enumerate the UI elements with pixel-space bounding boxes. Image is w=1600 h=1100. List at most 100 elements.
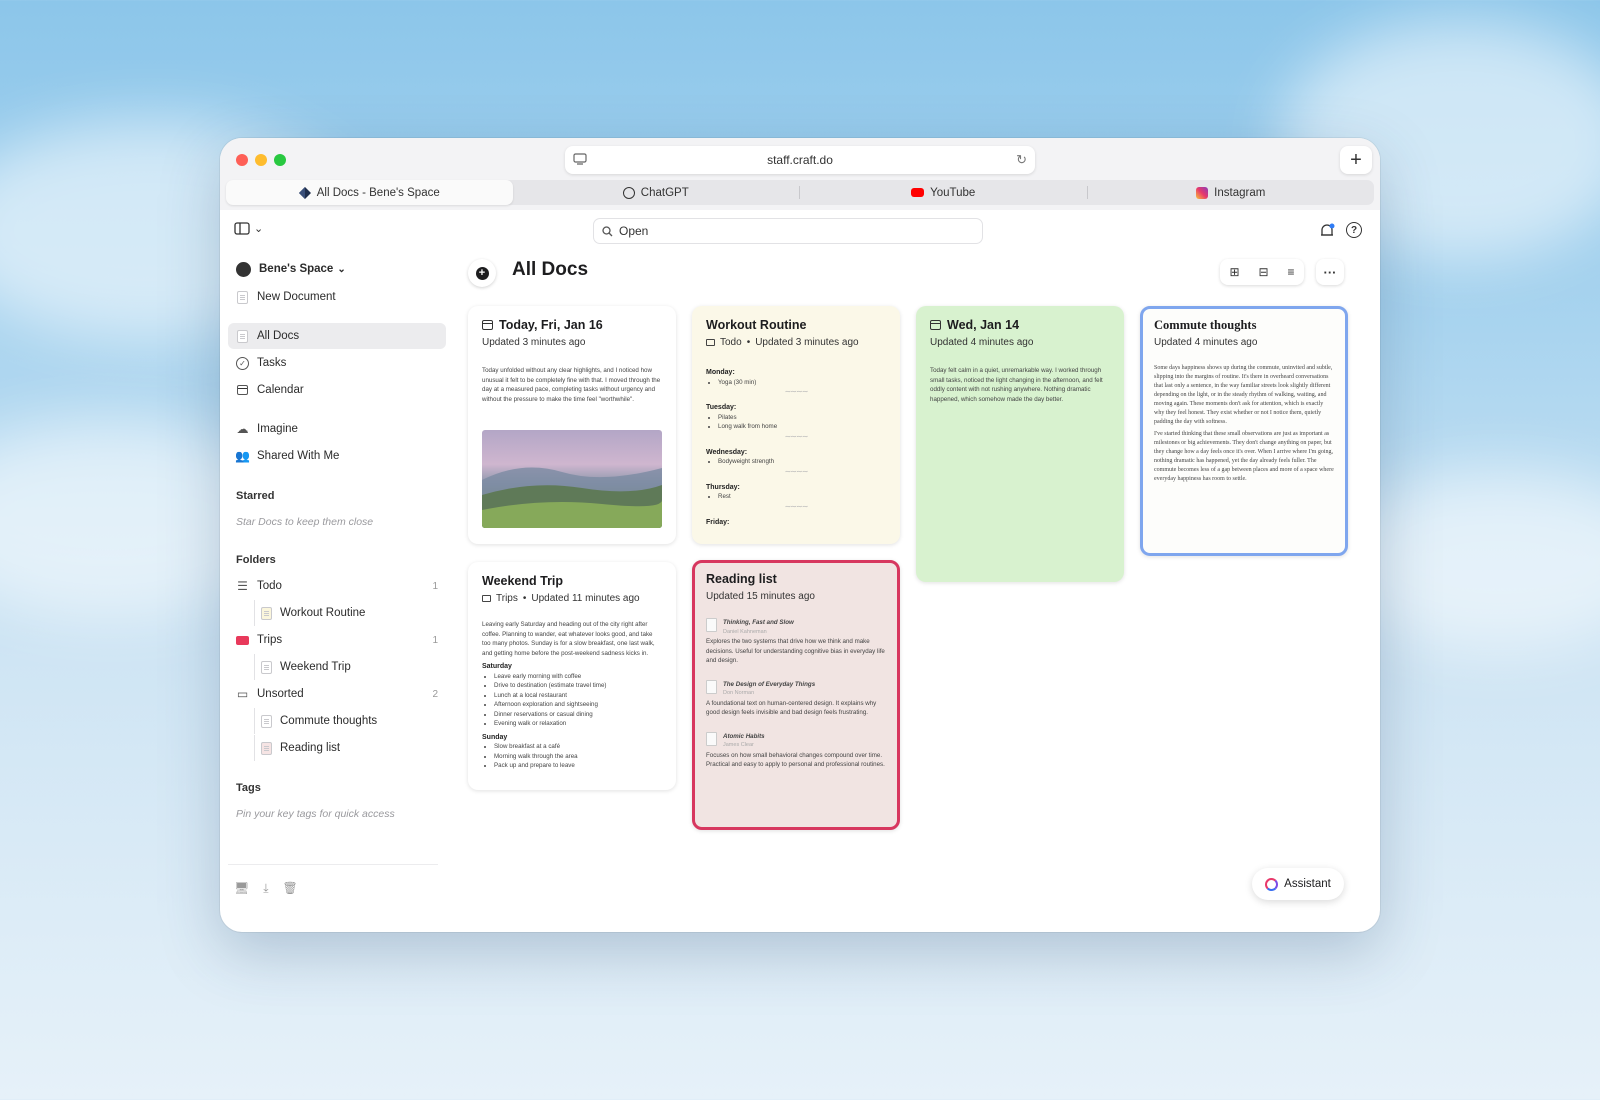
trip-item: Lunch at a local restaurant — [494, 691, 662, 701]
doc-card-wed-jan-14[interactable]: Wed, Jan 14 Updated 4 minutes ago Today … — [916, 306, 1124, 582]
sidebar-item-shared-with-me[interactable]: 👥 Shared With Me — [228, 443, 446, 469]
sidebar-item-calendar[interactable]: Calendar — [228, 377, 446, 403]
chatgpt-logo-icon — [622, 186, 635, 199]
sidebar-toggle-button[interactable]: ⌄ — [234, 222, 263, 235]
landscape-image — [482, 430, 662, 528]
assistant-button[interactable]: Assistant — [1252, 868, 1344, 900]
chevron-down-icon: ⌄ — [337, 263, 346, 275]
trip-day-heading: Sunday — [482, 733, 508, 741]
add-doc-button[interactable]: + — [468, 259, 496, 287]
inbox-icon: ▭ — [236, 687, 249, 701]
trip-item: Dinner reservations or casual dining — [494, 710, 662, 720]
view-switcher: ⊞ ⊟ ≡ — [1220, 259, 1304, 285]
avatar — [236, 261, 251, 277]
new-document-button[interactable]: New Document — [228, 284, 446, 310]
zoom-window-button[interactable] — [274, 154, 286, 166]
book-title: Atomic Habits — [723, 732, 765, 740]
tags-heading: Tags — [236, 782, 261, 794]
tab-youtube[interactable]: YouTube — [800, 180, 1087, 205]
book-cover — [706, 679, 717, 694]
page-settings-icon[interactable] — [573, 153, 587, 165]
card-title: Reading list — [706, 572, 777, 586]
tab-label: YouTube — [930, 186, 976, 199]
search-input[interactable]: Open — [593, 218, 983, 244]
card-meta: Todo • Updated 3 minutes ago — [706, 337, 859, 348]
starred-hint: Star Docs to keep them close — [236, 516, 374, 528]
tab-chatgpt[interactable]: ChatGPT — [513, 180, 800, 205]
document-icon — [261, 741, 272, 755]
folder-trips[interactable]: Trips 1 — [228, 627, 446, 653]
card-title: Wed, Jan 14 — [930, 318, 1019, 332]
sidebar-item-all-docs[interactable]: All Docs — [228, 323, 446, 349]
trash-icon[interactable]: 🗑 — [283, 881, 298, 896]
doc-label: Weekend Trip — [280, 661, 351, 673]
trip-item: Evening walk or relaxation — [494, 719, 662, 729]
url-bar[interactable]: staff.craft.do ↻ — [565, 146, 1035, 174]
notification-bell-icon[interactable] — [1318, 222, 1336, 240]
book-desc: Focuses on how small behavioral changes … — [706, 751, 885, 769]
page-title: All Docs — [512, 259, 589, 280]
folder-icon — [482, 595, 491, 602]
folder-label: Trips — [257, 634, 283, 646]
tab-bar: All Docs - Bene's Space ChatGPT YouTube … — [226, 180, 1374, 205]
ellipsis-icon: ··· — [1323, 264, 1337, 280]
card-folder: Trips — [496, 593, 518, 604]
import-icon[interactable]: ⤓ — [263, 881, 268, 896]
sidebar-doc-weekend-trip[interactable]: Weekend Trip — [254, 654, 446, 680]
tab-instagram[interactable]: Instagram — [1088, 180, 1375, 205]
book-title: Thinking, Fast and Slow — [723, 619, 794, 626]
workout-day: Wednesday: — [706, 448, 748, 456]
sidebar-doc-commute-thoughts[interactable]: Commute thoughts — [254, 708, 446, 734]
close-window-button[interactable] — [236, 154, 248, 166]
card-body: Today felt calm in a quiet, unremarkable… — [930, 367, 1103, 403]
workout-item: Long walk from home — [718, 422, 886, 432]
card-body: Monday: Yoga (30 min) ∼∼∼∼ Tuesday: Pila… — [706, 364, 886, 527]
mountain-illustration — [482, 467, 662, 528]
folder-todo[interactable]: ☰ Todo 1 — [228, 573, 446, 599]
search-placeholder: Open — [619, 224, 649, 238]
reload-icon[interactable]: ↻ — [1016, 152, 1027, 168]
trip-day-heading: Saturday — [482, 663, 512, 670]
sidebar-doc-workout-routine[interactable]: Workout Routine — [254, 600, 446, 626]
sidebar-icon — [234, 222, 250, 235]
doc-card-commute-thoughts[interactable]: Commute thoughts Updated 4 minutes ago S… — [1140, 306, 1348, 556]
minimize-window-button[interactable] — [255, 154, 267, 166]
folder-unsorted[interactable]: ▭ Unsorted 2 — [228, 681, 446, 707]
list-view-icon[interactable]: ≡ — [1288, 265, 1295, 279]
trip-item: Pack up and prepare to leave — [494, 761, 662, 771]
sidebar-item-label: Shared With Me — [257, 450, 340, 462]
doc-card-workout-routine[interactable]: Workout Routine Todo • Updated 3 minutes a… — [692, 306, 900, 544]
help-icon[interactable]: ? — [1346, 222, 1362, 238]
document-icon — [261, 714, 272, 728]
book-desc: Explores the two systems that drive how … — [706, 638, 885, 664]
book-desc: A foundational text on human-centered de… — [706, 699, 877, 717]
grid-view-icon[interactable]: ⊞ — [1229, 265, 1239, 279]
more-options-button[interactable]: ··· — [1316, 259, 1344, 285]
craft-logo-icon — [298, 186, 311, 199]
sidebar-doc-reading-list[interactable]: Reading list — [254, 735, 446, 761]
doc-card-weekend-trip[interactable]: Weekend Trip Trips • Updated 11 minutes ag… — [468, 562, 676, 790]
new-tab-button[interactable]: + — [1340, 146, 1372, 174]
sidebar-footer: 🖥 ⤓ 🗑 — [234, 881, 298, 896]
check-circle-icon: ✓ — [236, 356, 249, 370]
search-icon — [602, 225, 613, 236]
doc-card-today[interactable]: Today, Fri, Jan 16 Updated 3 minutes ago… — [468, 306, 676, 544]
card-folder: Todo — [720, 337, 742, 348]
card-title: Today, Fri, Jan 16 — [482, 318, 603, 332]
workout-day: Friday: — [706, 518, 730, 526]
sidebar-item-imagine[interactable]: ☁ Imagine — [228, 416, 446, 442]
sidebar-item-label: Calendar — [257, 384, 304, 396]
tags-hint: Pin your key tags for quick access — [236, 808, 395, 820]
doc-card-reading-list[interactable]: Reading list Updated 15 minutes ago Thin… — [692, 560, 900, 830]
card-title: Workout Routine — [706, 318, 807, 332]
card-view-icon[interactable]: ⊟ — [1258, 265, 1268, 279]
sidebar-item-tasks[interactable]: ✓ Tasks — [228, 350, 446, 376]
doc-label: Commute thoughts — [280, 715, 378, 727]
trip-intro: Leaving early Saturday and heading out o… — [482, 621, 655, 657]
doc-label: Reading list — [280, 742, 341, 754]
desktop-icon[interactable]: 🖥 — [234, 881, 249, 896]
browser-window: staff.craft.do ↻ + All Docs - Bene's Spa… — [220, 138, 1380, 932]
url-text: staff.craft.do — [767, 153, 833, 167]
space-switcher[interactable]: Bene's Space ⌄ — [228, 256, 446, 282]
tab-all-docs[interactable]: All Docs - Bene's Space — [226, 180, 513, 205]
